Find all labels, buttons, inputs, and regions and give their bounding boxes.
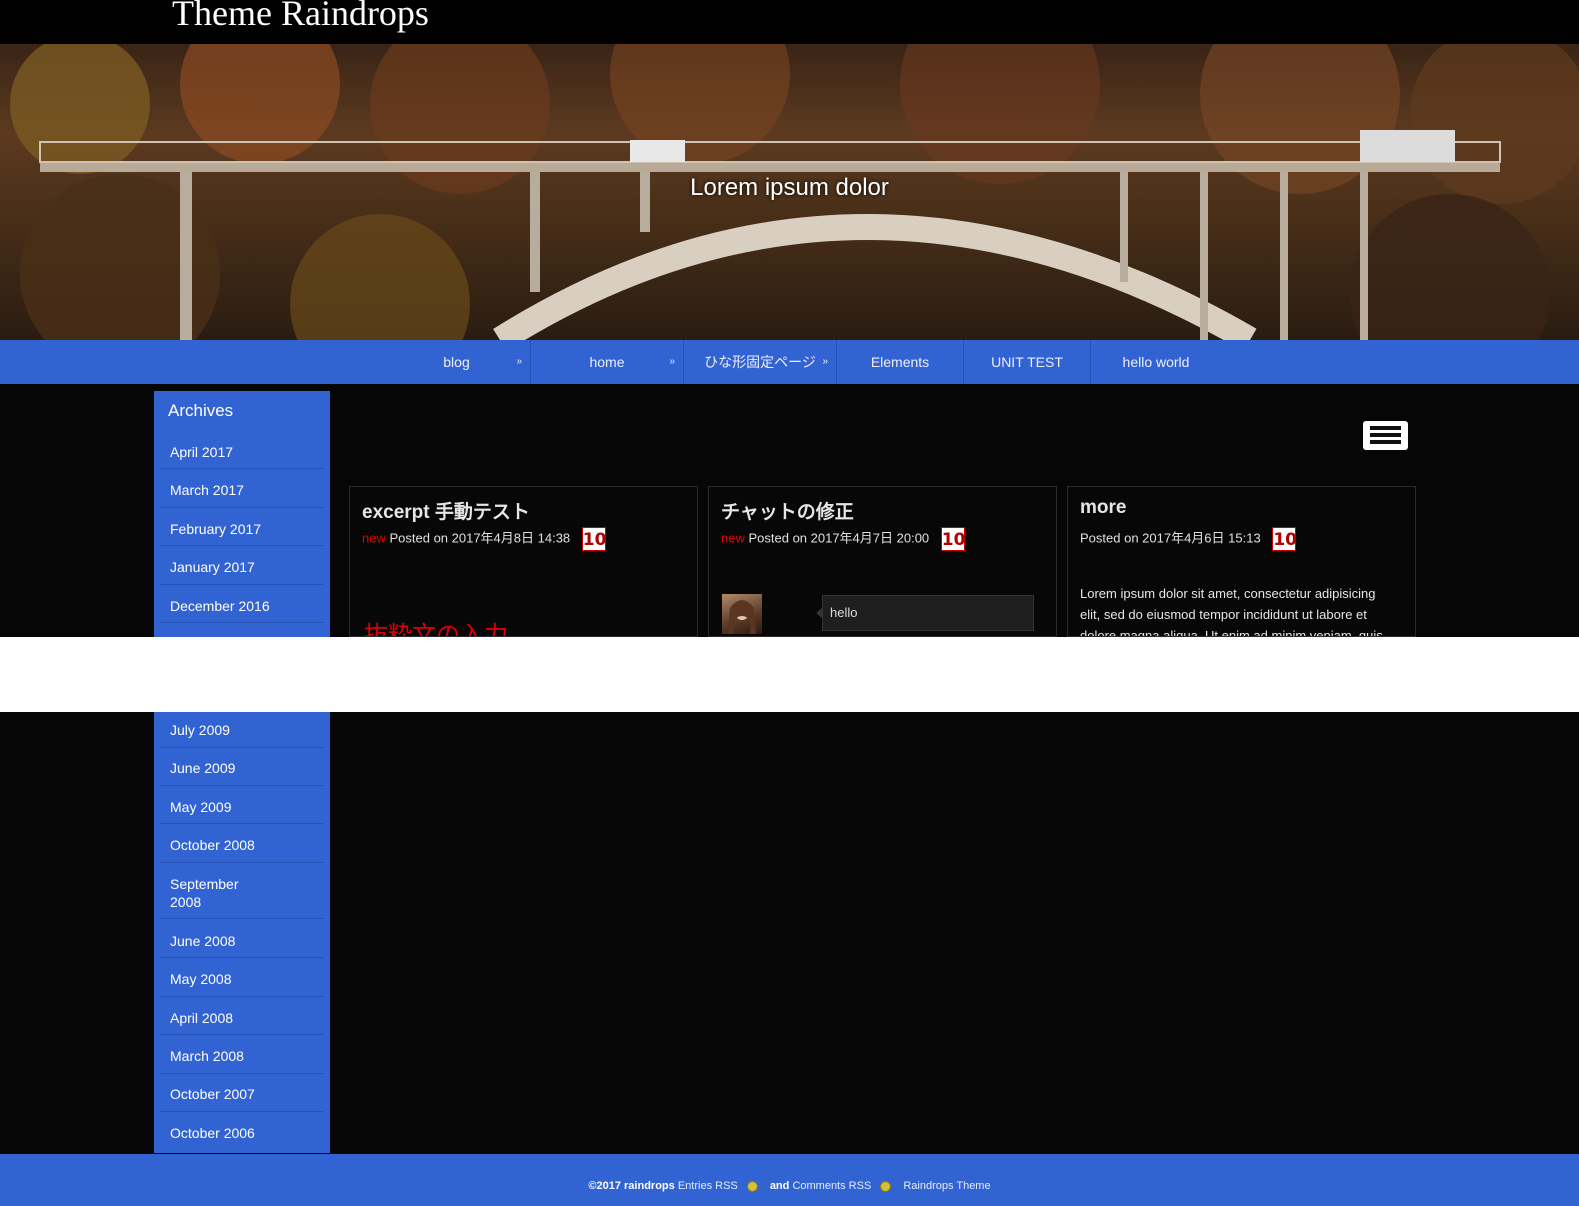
archive-link[interactable]: January 2017 [160,558,324,585]
archive-link[interactable]: December 2016 [160,597,324,623]
chevron-down-icon[interactable]: » [669,340,675,384]
post-title[interactable]: more [1080,497,1126,519]
comments-rss-link[interactable]: Comments RSS [792,1180,871,1192]
post-title[interactable]: excerpt 手動テスト [362,497,530,524]
nav-item-hello-world[interactable]: hello world [1091,340,1221,384]
nav-item-home[interactable]: home » [531,340,684,384]
footer: ©2017 raindrops Entries RSS and Comments… [0,1154,1579,1206]
post-date[interactable]: Posted on 2017年4月7日 20:00 [748,530,929,545]
archive-link[interactable]: May 2008 [160,970,324,997]
archive-link[interactable]: May 2009 [160,798,324,824]
post-date[interactable]: Posted on 2017年4月8日 14:38 [389,530,570,545]
nav-item-label: Elements [870,354,930,370]
nav-item-unit-test[interactable]: UNIT TEST [964,340,1091,384]
comment-count-badge[interactable]: 10 [1272,527,1297,551]
site-title[interactable]: Theme Raindrops [172,0,429,34]
blank-area [0,637,1579,712]
footer-and: and [769,1180,790,1192]
top-bar: Theme Raindrops [0,0,1579,44]
new-badge: new [362,530,386,546]
archive-link[interactable]: March 2017 [160,481,324,508]
archive-link[interactable]: February 2017 [160,520,324,546]
nav-item-label: home [589,354,625,370]
chat-bubble: hello [816,595,1034,631]
post-date[interactable]: Posted on 2017年4月6日 15:13 [1080,530,1261,545]
archives-title: Archives [168,401,234,420]
archives-widget: Archives April 2017 March 2017 February … [154,391,330,637]
post-meta: new Posted on 2017年4月8日 14:38 10 [362,527,606,551]
archives-widget-continued: July 2009 June 2009 May 2009 October 200… [154,712,330,1153]
post-title[interactable]: チャットの修正 [721,497,854,524]
rss-icon[interactable] [746,1180,758,1192]
archive-link[interactable]: April 2017 [160,443,324,469]
nav-item-label: UNIT TEST [991,354,1063,370]
comment-count-badge[interactable]: 10 [581,527,606,551]
rss-icon[interactable] [880,1180,892,1192]
archive-link[interactable]: July 2009 [160,721,324,748]
main-nav: blog » home » ひな形固定ページ » Elements UNIT T… [0,340,1579,384]
post-card: more Posted on 2017年4月6日 15:13 10 Lorem … [1067,486,1416,637]
nav-item-blog[interactable]: blog » [383,340,531,384]
nav-item-label: ひな形固定ページ [704,354,816,370]
nav-item-label: hello world [1122,354,1190,370]
comment-count-badge[interactable]: 10 [940,527,965,551]
avatar [722,594,762,634]
new-badge: new [721,530,745,546]
copyright: ©2017 raindrops [588,1180,675,1192]
post-excerpt: Lorem ipsum dolor sit amet, consectetur … [1080,586,1383,637]
post-meta: new Posted on 2017年4月7日 20:00 10 [721,527,965,551]
archive-link[interactable]: September 2008 [160,875,324,919]
list-view-icon[interactable] [1363,421,1408,450]
theme-link[interactable]: Raindrops Theme [903,1180,990,1192]
post-meta: Posted on 2017年4月6日 15:13 10 [1080,527,1297,551]
hero-caption: Lorem ipsum dolor [690,174,889,201]
archive-link[interactable]: October 2007 [160,1085,324,1112]
archive-link[interactable]: June 2008 [160,932,324,958]
post-card: excerpt 手動テスト new Posted on 2017年4月8日 14… [349,486,698,637]
excerpt-heading: 抜粋文の入力 [364,623,508,637]
header-image: Lorem ipsum dolor [0,44,1579,340]
chevron-down-icon[interactable]: » [516,340,522,384]
nav-item-elements[interactable]: Elements [837,340,964,384]
post-card: チャットの修正 new Posted on 2017年4月7日 20:00 10… [708,486,1057,637]
nav-item-label: blog [443,354,470,370]
footer-credits: ©2017 raindrops Entries RSS and Comments… [0,1179,1579,1193]
nav-item-template-page[interactable]: ひな形固定ページ » [684,340,837,384]
archive-link[interactable]: June 2009 [160,759,324,786]
archive-link[interactable]: October 2006 [160,1124,324,1142]
archive-link[interactable]: October 2008 [160,836,324,863]
entries-rss-link[interactable]: Entries RSS [678,1180,738,1192]
archive-link[interactable]: April 2008 [160,1009,324,1035]
archive-link[interactable]: March 2008 [160,1047,324,1074]
chevron-down-icon[interactable]: » [822,340,828,384]
